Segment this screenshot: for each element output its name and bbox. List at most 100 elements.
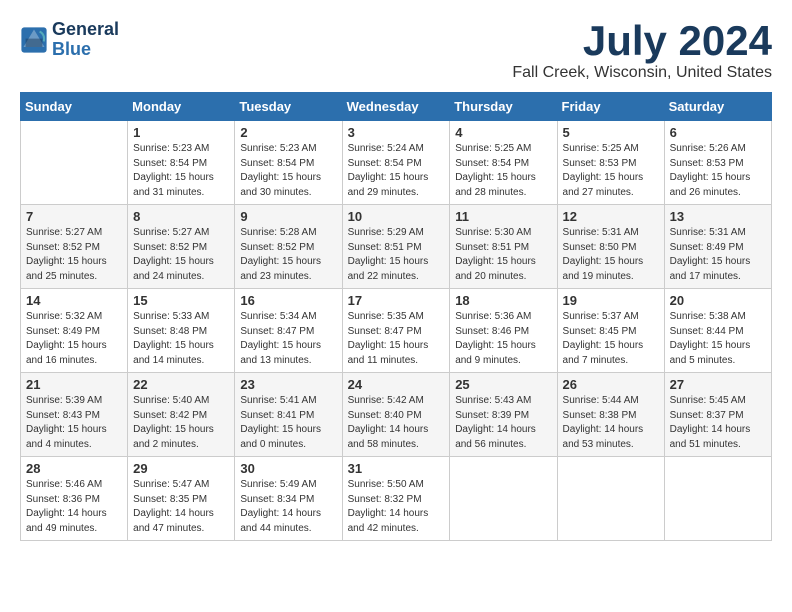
calendar-cell: 14 Sunrise: 5:32 AM Sunset: 8:49 PM Dayli… bbox=[21, 289, 128, 373]
title-block: July 2024 Fall Creek, Wisconsin, United … bbox=[512, 20, 772, 82]
calendar-cell: 7 Sunrise: 5:27 AM Sunset: 8:52 PM Daylig… bbox=[21, 205, 128, 289]
calendar-cell: 24Sunrise: 5:42 AM Sunset: 8:40 PM Dayli… bbox=[342, 373, 450, 457]
logo-icon bbox=[20, 26, 48, 54]
day-header-saturday: Saturday bbox=[664, 93, 771, 121]
calendar-cell bbox=[21, 121, 128, 205]
calendar-cell: 29Sunrise: 5:47 AM Sunset: 8:35 PM Dayli… bbox=[128, 457, 235, 541]
day-number: 27 bbox=[670, 377, 766, 392]
day-number: 22 bbox=[133, 377, 229, 392]
day-info: Sunrise: 5:46 AM Sunset: 8:36 PM Dayligh… bbox=[26, 478, 122, 536]
day-number: 15 bbox=[133, 293, 229, 308]
day-number: 16 bbox=[240, 293, 336, 308]
day-info: Sunrise: 5:49 AM Sunset: 8:34 PM Dayligh… bbox=[240, 478, 336, 536]
week-row-4: 21Sunrise: 5:39 AM Sunset: 8:43 PM Dayli… bbox=[21, 373, 772, 457]
day-info: Sunrise: 5:36 AM Sunset: 8:46 PM Dayligh… bbox=[455, 310, 551, 368]
day-info: Sunrise: 5:31 AM Sunset: 8:49 PM Dayligh… bbox=[670, 226, 766, 284]
day-number: 17 bbox=[348, 293, 445, 308]
day-number: 11 bbox=[455, 209, 551, 224]
day-info: Sunrise: 5:30 AM Sunset: 8:51 PM Dayligh… bbox=[455, 226, 551, 284]
week-row-3: 14 Sunrise: 5:32 AM Sunset: 8:49 PM Dayli… bbox=[21, 289, 772, 373]
day-info: Sunrise: 5:40 AM Sunset: 8:42 PM Dayligh… bbox=[133, 394, 229, 452]
calendar-cell: 15 Sunrise: 5:33 AM Sunset: 8:48 PM Dayli… bbox=[128, 289, 235, 373]
calendar-cell: 20 Sunrise: 5:38 AM Sunset: 8:44 PM Dayli… bbox=[664, 289, 771, 373]
calendar-cell: 26 Sunrise: 5:44 AM Sunset: 8:38 PM Dayli… bbox=[557, 373, 664, 457]
day-number: 3 bbox=[348, 125, 445, 140]
day-info: Sunrise: 5:38 AM Sunset: 8:44 PM Dayligh… bbox=[670, 310, 766, 368]
header: General Blue July 2024 Fall Creek, Wisco… bbox=[20, 20, 772, 82]
calendar-cell: 9 Sunrise: 5:28 AM Sunset: 8:52 PM Daylig… bbox=[235, 205, 342, 289]
day-number: 29 bbox=[133, 461, 229, 476]
calendar-table: SundayMondayTuesdayWednesdayThursdayFrid… bbox=[20, 92, 772, 541]
logo: General Blue bbox=[20, 20, 119, 60]
day-number: 14 bbox=[26, 293, 122, 308]
day-number: 18 bbox=[455, 293, 551, 308]
day-number: 8 bbox=[133, 209, 229, 224]
day-info: Sunrise: 5:45 AM Sunset: 8:37 PM Dayligh… bbox=[670, 394, 766, 452]
day-number: 26 bbox=[563, 377, 659, 392]
calendar-cell: 8 Sunrise: 5:27 AM Sunset: 8:52 PM Daylig… bbox=[128, 205, 235, 289]
day-number: 4 bbox=[455, 125, 551, 140]
logo-line2: Blue bbox=[52, 39, 91, 59]
day-info: Sunrise: 5:27 AM Sunset: 8:52 PM Dayligh… bbox=[26, 226, 122, 284]
day-info: Sunrise: 5:23 AM Sunset: 8:54 PM Dayligh… bbox=[133, 142, 229, 200]
days-header-row: SundayMondayTuesdayWednesdayThursdayFrid… bbox=[21, 93, 772, 121]
day-info: Sunrise: 5:27 AM Sunset: 8:52 PM Dayligh… bbox=[133, 226, 229, 284]
calendar-cell: 4 Sunrise: 5:25 AM Sunset: 8:54 PM Daylig… bbox=[450, 121, 557, 205]
calendar-cell: 18 Sunrise: 5:36 AM Sunset: 8:46 PM Dayli… bbox=[450, 289, 557, 373]
day-info: Sunrise: 5:34 AM Sunset: 8:47 PM Dayligh… bbox=[240, 310, 336, 368]
day-number: 23 bbox=[240, 377, 336, 392]
day-header-sunday: Sunday bbox=[21, 93, 128, 121]
day-info: Sunrise: 5:41 AM Sunset: 8:41 PM Dayligh… bbox=[240, 394, 336, 452]
day-number: 25 bbox=[455, 377, 551, 392]
location: Fall Creek, Wisconsin, United States bbox=[512, 64, 772, 82]
calendar-cell: 10Sunrise: 5:29 AM Sunset: 8:51 PM Dayli… bbox=[342, 205, 450, 289]
day-info: Sunrise: 5:32 AM Sunset: 8:49 PM Dayligh… bbox=[26, 310, 122, 368]
calendar-cell bbox=[664, 457, 771, 541]
calendar-cell: 5Sunrise: 5:25 AM Sunset: 8:53 PM Daylig… bbox=[557, 121, 664, 205]
calendar-cell: 31 Sunrise: 5:50 AM Sunset: 8:32 PM Dayli… bbox=[342, 457, 450, 541]
day-info: Sunrise: 5:37 AM Sunset: 8:45 PM Dayligh… bbox=[563, 310, 659, 368]
day-number: 19 bbox=[563, 293, 659, 308]
day-header-tuesday: Tuesday bbox=[235, 93, 342, 121]
calendar-cell: 2Sunrise: 5:23 AM Sunset: 8:54 PM Daylig… bbox=[235, 121, 342, 205]
calendar-cell: 6 Sunrise: 5:26 AM Sunset: 8:53 PM Daylig… bbox=[664, 121, 771, 205]
calendar-cell: 27 Sunrise: 5:45 AM Sunset: 8:37 PM Dayli… bbox=[664, 373, 771, 457]
week-row-5: 28 Sunrise: 5:46 AM Sunset: 8:36 PM Dayli… bbox=[21, 457, 772, 541]
day-header-wednesday: Wednesday bbox=[342, 93, 450, 121]
day-number: 12 bbox=[563, 209, 659, 224]
day-number: 20 bbox=[670, 293, 766, 308]
day-number: 9 bbox=[240, 209, 336, 224]
day-info: Sunrise: 5:50 AM Sunset: 8:32 PM Dayligh… bbox=[348, 478, 445, 536]
day-info: Sunrise: 5:33 AM Sunset: 8:48 PM Dayligh… bbox=[133, 310, 229, 368]
calendar-cell: 30 Sunrise: 5:49 AM Sunset: 8:34 PM Dayli… bbox=[235, 457, 342, 541]
day-info: Sunrise: 5:24 AM Sunset: 8:54 PM Dayligh… bbox=[348, 142, 445, 200]
day-number: 28 bbox=[26, 461, 122, 476]
calendar-cell: 21Sunrise: 5:39 AM Sunset: 8:43 PM Dayli… bbox=[21, 373, 128, 457]
day-info: Sunrise: 5:26 AM Sunset: 8:53 PM Dayligh… bbox=[670, 142, 766, 200]
calendar-cell: 16 Sunrise: 5:34 AM Sunset: 8:47 PM Dayli… bbox=[235, 289, 342, 373]
week-row-2: 7 Sunrise: 5:27 AM Sunset: 8:52 PM Daylig… bbox=[21, 205, 772, 289]
day-info: Sunrise: 5:28 AM Sunset: 8:52 PM Dayligh… bbox=[240, 226, 336, 284]
day-info: Sunrise: 5:23 AM Sunset: 8:54 PM Dayligh… bbox=[240, 142, 336, 200]
day-info: Sunrise: 5:25 AM Sunset: 8:53 PM Dayligh… bbox=[563, 142, 659, 200]
day-number: 6 bbox=[670, 125, 766, 140]
logo-line1: General bbox=[52, 19, 119, 39]
day-number: 13 bbox=[670, 209, 766, 224]
day-number: 31 bbox=[348, 461, 445, 476]
calendar-cell: 23 Sunrise: 5:41 AM Sunset: 8:41 PM Dayli… bbox=[235, 373, 342, 457]
day-info: Sunrise: 5:44 AM Sunset: 8:38 PM Dayligh… bbox=[563, 394, 659, 452]
day-info: Sunrise: 5:25 AM Sunset: 8:54 PM Dayligh… bbox=[455, 142, 551, 200]
calendar-cell bbox=[450, 457, 557, 541]
day-header-monday: Monday bbox=[128, 93, 235, 121]
day-header-thursday: Thursday bbox=[450, 93, 557, 121]
day-number: 7 bbox=[26, 209, 122, 224]
day-number: 10 bbox=[348, 209, 445, 224]
calendar-cell: 25 Sunrise: 5:43 AM Sunset: 8:39 PM Dayli… bbox=[450, 373, 557, 457]
day-number: 24 bbox=[348, 377, 445, 392]
calendar-cell: 28 Sunrise: 5:46 AM Sunset: 8:36 PM Dayli… bbox=[21, 457, 128, 541]
day-info: Sunrise: 5:43 AM Sunset: 8:39 PM Dayligh… bbox=[455, 394, 551, 452]
day-header-friday: Friday bbox=[557, 93, 664, 121]
day-number: 30 bbox=[240, 461, 336, 476]
day-info: Sunrise: 5:35 AM Sunset: 8:47 PM Dayligh… bbox=[348, 310, 445, 368]
calendar-cell: 3 Sunrise: 5:24 AM Sunset: 8:54 PM Daylig… bbox=[342, 121, 450, 205]
